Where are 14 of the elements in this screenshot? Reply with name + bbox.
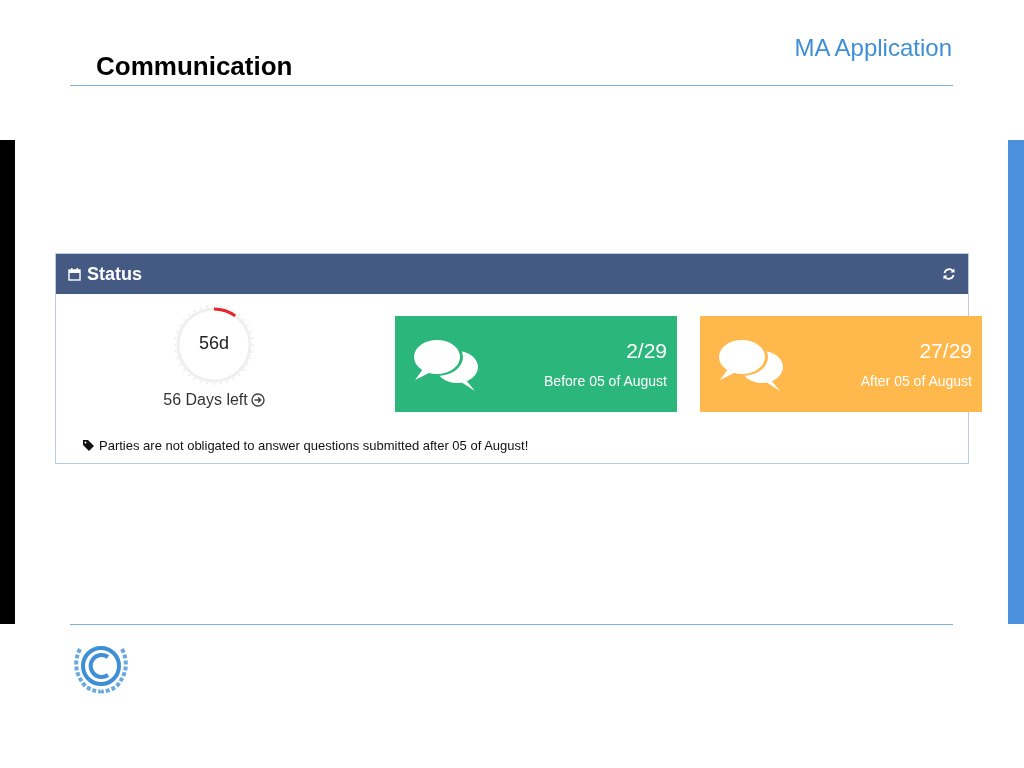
panel-title: Status xyxy=(87,263,142,285)
tile-count: 2/29 xyxy=(625,339,667,363)
tile-label: Before 05 of August xyxy=(544,373,667,389)
refresh-icon[interactable] xyxy=(942,267,956,281)
arrow-circle-icon[interactable] xyxy=(250,393,265,407)
note-text: Parties are not obligated to answer questions submitted after 05 of August! xyxy=(99,438,529,453)
days-left-text: 56 Days left xyxy=(163,391,248,409)
app-label: MA Application xyxy=(794,34,952,62)
tile-label: After 05 of August xyxy=(860,373,972,389)
slide-title: Communication xyxy=(96,51,293,82)
countdown-value: 56d xyxy=(197,333,230,354)
calendar-icon xyxy=(68,267,81,281)
tag-icon xyxy=(83,440,94,451)
tile-count: 27/29 xyxy=(918,339,972,363)
